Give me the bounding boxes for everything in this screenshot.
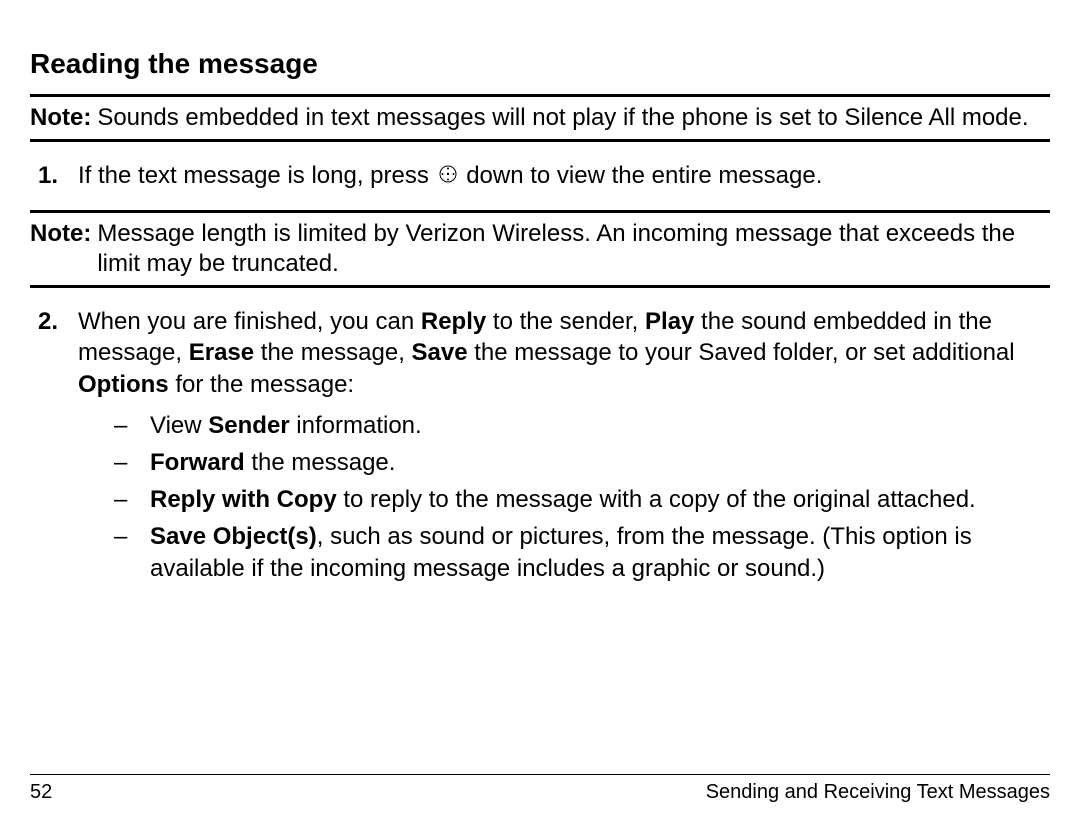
page-footer: 52 Sending and Receiving Text Messages [30, 774, 1050, 804]
note-text: Message length is limited by Verizon Wir… [97, 219, 1050, 279]
step-1-body: If the text message is long, press down … [78, 160, 822, 192]
note-block-2: Note: Message length is limited by Veriz… [30, 210, 1050, 288]
section-title: Sending and Receiving Text Messages [706, 781, 1050, 804]
text-fragment: to reply to the message with a copy of t… [337, 486, 976, 513]
text-fragment: View [150, 412, 208, 439]
step-1-text-after: down to view the entire message. [466, 162, 822, 189]
step-2-number: 2. [38, 306, 78, 590]
bullet-reply-with-copy: – Reply with Copy to reply to the messag… [114, 484, 1042, 515]
bullet-view-sender: – View Sender information. [114, 410, 1042, 441]
page-number: 52 [30, 781, 52, 804]
bullet-dash: – [114, 484, 150, 515]
bold-save: Save [412, 339, 468, 366]
note-text: Sounds embedded in text messages will no… [97, 103, 1028, 133]
note-label: Note: [30, 103, 91, 133]
bold-reply-with-copy: Reply with Copy [150, 486, 337, 513]
bold-options: Options [78, 371, 169, 398]
bold-sender: Sender [208, 412, 289, 439]
bold-play: Play [645, 308, 694, 335]
text-fragment: the message, [254, 339, 411, 366]
bold-save-objects: Save Object(s) [150, 523, 317, 550]
bold-forward: Forward [150, 449, 245, 476]
step-1-number: 1. [38, 160, 78, 192]
nav-key-icon [438, 161, 458, 192]
text-fragment: information. [290, 412, 422, 439]
note-label: Note: [30, 219, 91, 279]
text-fragment: to the sender, [486, 308, 645, 335]
step-2: 2. When you are finished, you can Reply … [30, 306, 1050, 590]
text-fragment: the message to your Saved folder, or set… [468, 339, 1015, 366]
bold-reply: Reply [421, 308, 486, 335]
step-1-text-before: If the text message is long, press [78, 162, 436, 189]
text-fragment: When you are finished, you can [78, 308, 421, 335]
text-fragment: for the message: [169, 371, 354, 398]
step-2-body: When you are finished, you can Reply to … [78, 306, 1042, 590]
page-title: Reading the message [30, 48, 1050, 80]
bullet-dash: – [114, 447, 150, 478]
options-bullets: – View Sender information. – Forward the… [78, 410, 1042, 584]
bullet-save-objects: – Save Object(s), such as sound or pictu… [114, 521, 1042, 583]
bullet-dash: – [114, 410, 150, 441]
text-fragment: the message. [245, 449, 396, 476]
note-block-1: Note: Sounds embedded in text messages w… [30, 94, 1050, 142]
bold-erase: Erase [189, 339, 254, 366]
bullet-dash: – [114, 521, 150, 583]
bullet-forward: – Forward the message. [114, 447, 1042, 478]
step-1: 1. If the text message is long, press do… [30, 160, 1050, 192]
